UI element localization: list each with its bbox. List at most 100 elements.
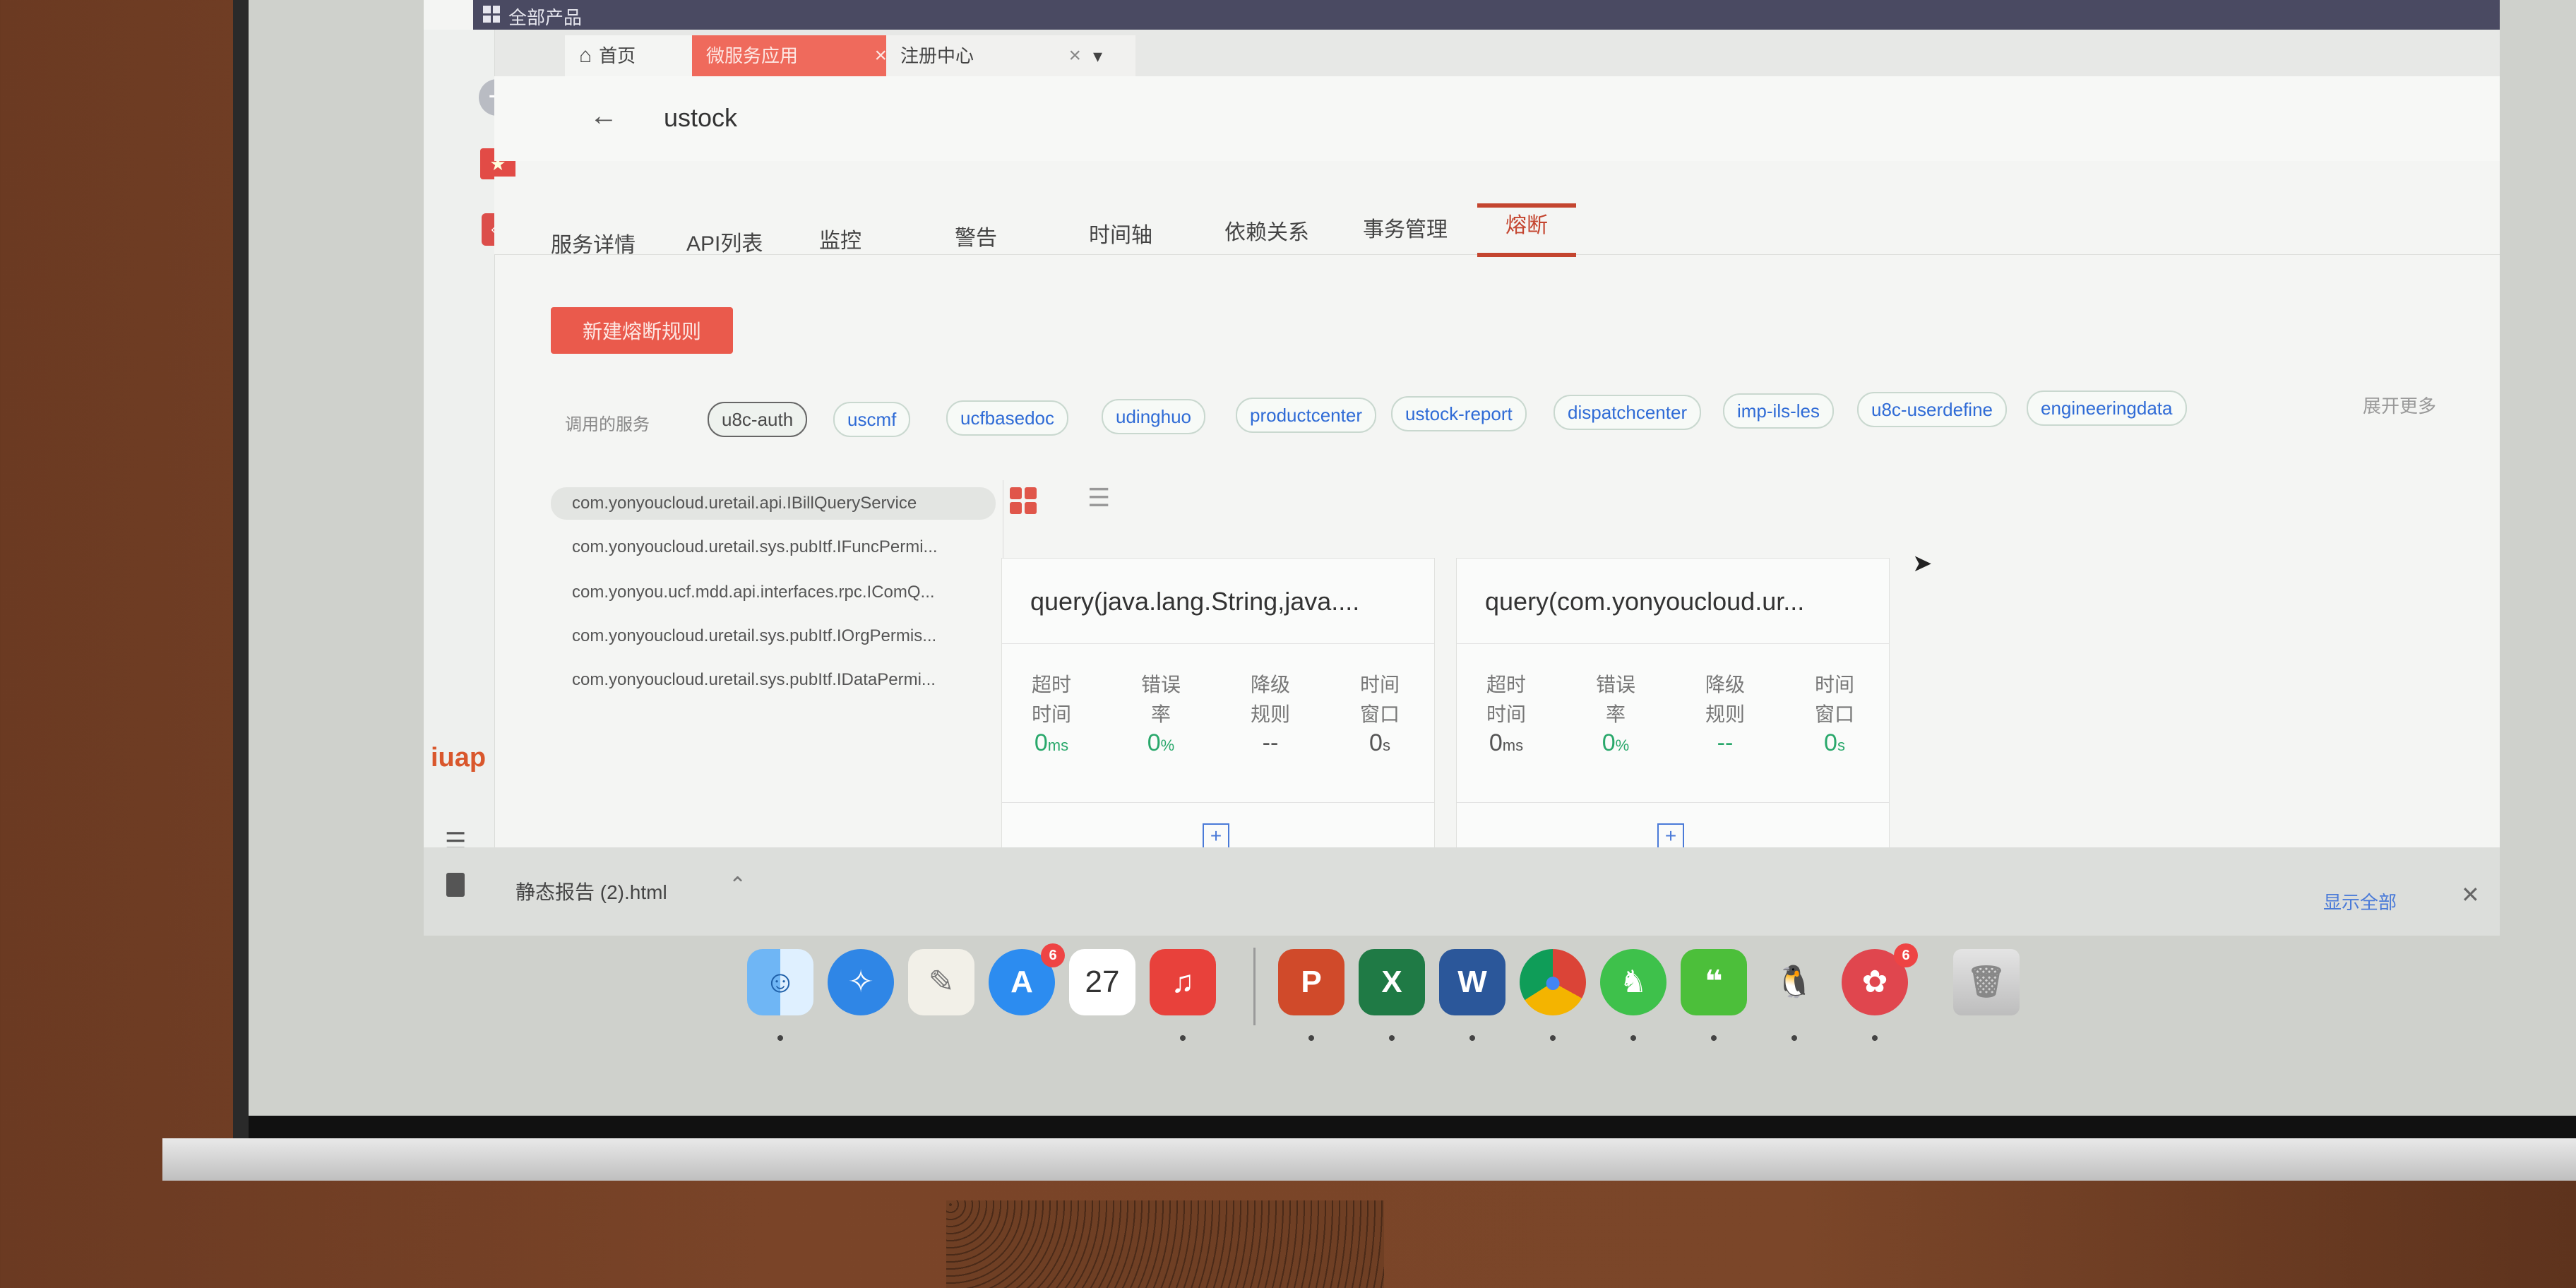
metric-time-window: 时间窗口 0s [1344, 670, 1415, 757]
safari-icon[interactable]: ✧ [828, 949, 894, 1015]
card-method-title: query(com.yonyoucloud.ur... [1485, 587, 1805, 616]
metric-unit: s [1837, 737, 1845, 754]
tab-timeline[interactable]: 时间轴 [1089, 217, 1152, 249]
grid-view-icon[interactable] [1010, 487, 1037, 514]
metric-value: 0 [1034, 729, 1048, 756]
expand-more-link[interactable]: 展开更多 [2363, 392, 2436, 418]
macos-dock: ☺ ✧ ✎ A 6 27 ♫ P X W ● ♞ ❝ 🐧 ✿ 6 🗑 [734, 934, 2062, 1046]
all-products-label[interactable]: 全部产品 [508, 4, 582, 30]
called-services-label: 调用的服务 [565, 415, 650, 434]
tab-api-list[interactable]: API列表 [686, 226, 763, 257]
service-chip[interactable]: ustock-report [1391, 396, 1527, 431]
chrome-icon[interactable]: ● [1520, 949, 1586, 1015]
metric-value: 0 [1147, 729, 1161, 756]
metric-error-rate: 错误率 0% [1580, 670, 1651, 757]
metric-label: 降级规则 [1250, 674, 1290, 725]
metric-label: 降级规则 [1705, 674, 1745, 725]
service-chip[interactable]: imp-ils-les [1723, 393, 1834, 429]
tab-service-detail[interactable]: 服务详情 [551, 227, 636, 258]
tab-registry-center[interactable]: 注册中心 × [886, 35, 1091, 76]
rule-card[interactable]: query(com.yonyoucloud.ur... 超时时间 0ms 错误率… [1456, 558, 1890, 847]
calendar-icon[interactable]: 27 [1069, 949, 1135, 1015]
tab-transaction-management[interactable]: 事务管理 [1363, 212, 1448, 243]
detail-tabs: 服务详情 API列表 监控 警告 时间轴 依赖关系 事务管理 熔断 [494, 177, 2500, 258]
tab-circuit-breaker[interactable]: 熔断 [1477, 203, 1576, 257]
interface-list: com.yonyoucloud.uretail.api.IBillQuerySe… [551, 480, 1003, 847]
trash-icon[interactable]: 🗑 [1953, 949, 2020, 1015]
metric-value: 0 [1602, 729, 1616, 756]
tab-microservice-label: 微服务应用 [706, 45, 799, 66]
metric-unit: ms [1502, 737, 1524, 754]
running-indicator [1630, 1035, 1636, 1041]
screen-bottom-bar [162, 1138, 2576, 1181]
back-arrow-icon[interactable]: ← [590, 100, 618, 132]
add-icon[interactable]: + [1203, 823, 1229, 847]
metric-value: 0 [1369, 729, 1383, 756]
running-indicator [1389, 1035, 1395, 1041]
service-chip[interactable]: u8c-userdefine [1857, 392, 2007, 427]
page-header: ← ustock [494, 76, 2500, 161]
tab-dependencies[interactable]: 依赖关系 [1224, 215, 1309, 246]
metric-timeout: 超时时间 0ms [1471, 670, 1542, 757]
tab-monitor[interactable]: 监控 [819, 223, 861, 254]
interface-list-item[interactable]: com.yonyoucloud.uretail.sys.pubItf.IFunc… [551, 531, 996, 564]
close-icon[interactable]: ✕ [2461, 881, 2480, 908]
mouse-cursor-icon: ➤ [1912, 550, 1933, 577]
metric-degrade-rule: 降级规则 -- [1235, 670, 1306, 757]
word-icon[interactable]: W [1439, 949, 1505, 1015]
card-footer [1002, 802, 1434, 803]
qq-icon[interactable]: 🐧 [1761, 949, 1827, 1015]
chevron-down-icon: ▾ [1093, 45, 1103, 66]
apps-grid-icon[interactable] [483, 6, 500, 23]
metric-time-window: 时间窗口 0s [1799, 670, 1870, 757]
close-icon[interactable]: × [1068, 35, 1081, 76]
interface-list-item[interactable]: com.yonyou.ucf.mdd.api.interfaces.rpc.IC… [551, 576, 996, 609]
notification-badge: 6 [1041, 943, 1065, 967]
called-services-row: 调用的服务 u8c-auth uscmf ucfbasedoc udinghuo… [551, 385, 2500, 437]
interface-list-item[interactable]: com.yonyoucloud.uretail.api.IBillQuerySe… [551, 487, 996, 520]
service-chip[interactable]: uscmf [833, 402, 911, 437]
wechat-icon[interactable]: ❝ [1681, 949, 1747, 1015]
interface-list-item[interactable]: com.yonyoucloud.uretail.sys.pubItf.IData… [551, 664, 996, 696]
tab-microservice-app[interactable]: 微服务应用 × [692, 35, 897, 76]
add-icon[interactable]: + [1657, 823, 1684, 847]
evernote-icon[interactable]: ♞ [1600, 949, 1666, 1015]
metric-label: 超时时间 [1031, 674, 1071, 725]
metric-unit: % [1615, 737, 1630, 754]
metric-label: 时间窗口 [1814, 674, 1854, 725]
running-indicator [1308, 1035, 1314, 1041]
list-view-icon[interactable]: ☰ [1087, 483, 1110, 513]
service-chip[interactable]: productcenter [1236, 398, 1376, 433]
finder-icon[interactable]: ☺ [747, 949, 813, 1015]
service-chip[interactable]: udinghuo [1102, 399, 1205, 434]
downloaded-file-name[interactable]: 静态报告 (2).html [515, 877, 667, 905]
menu-collapse-icon[interactable]: ☰ [445, 828, 473, 847]
browser-app: 全部产品 ⌂ 首页 微服务应用 × 注册中心 × ▾ + ★ ◈ iuap ☰ ←… [424, 0, 2500, 847]
service-chip[interactable]: ucfbasedoc [946, 400, 1068, 436]
excel-icon[interactable]: X [1359, 949, 1425, 1015]
music-icon[interactable]: ♫ [1150, 949, 1216, 1015]
metric-label: 超时时间 [1486, 674, 1526, 725]
metric-degrade-rule: 降级规则 -- [1690, 670, 1760, 757]
metric-unit: % [1160, 737, 1175, 754]
metric-label: 错误率 [1140, 674, 1181, 725]
service-chip[interactable]: dispatchcenter [1554, 395, 1702, 430]
show-all-downloads-link[interactable]: 显示全部 [2323, 888, 2397, 914]
service-chip[interactable]: u8c-auth [708, 402, 808, 437]
textedit-icon[interactable]: ✎ [908, 949, 974, 1015]
tab-more-dropdown[interactable]: ▾ [1080, 35, 1135, 76]
rule-card[interactable]: query(java.lang.String,java.... 超时时间 0ms… [1001, 558, 1435, 847]
metric-value: 0 [1824, 729, 1837, 756]
metric-label: 错误率 [1595, 674, 1635, 725]
interface-list-item[interactable]: com.yonyoucloud.uretail.sys.pubItf.IOrgP… [551, 620, 996, 652]
chevron-up-icon[interactable]: ⌃ [729, 873, 746, 898]
tab-alerts[interactable]: 警告 [955, 220, 997, 251]
iuap-logo: iuap [431, 743, 487, 773]
running-indicator [1550, 1035, 1556, 1041]
close-icon[interactable]: × [874, 35, 887, 76]
new-circuit-rule-button[interactable]: 新建熔断规则 [551, 307, 733, 354]
running-indicator [1872, 1035, 1878, 1041]
powerpoint-icon[interactable]: P [1278, 949, 1344, 1015]
service-chip[interactable]: engineeringdata [2027, 390, 2187, 426]
tab-home[interactable]: ⌂ 首页 [565, 35, 699, 76]
